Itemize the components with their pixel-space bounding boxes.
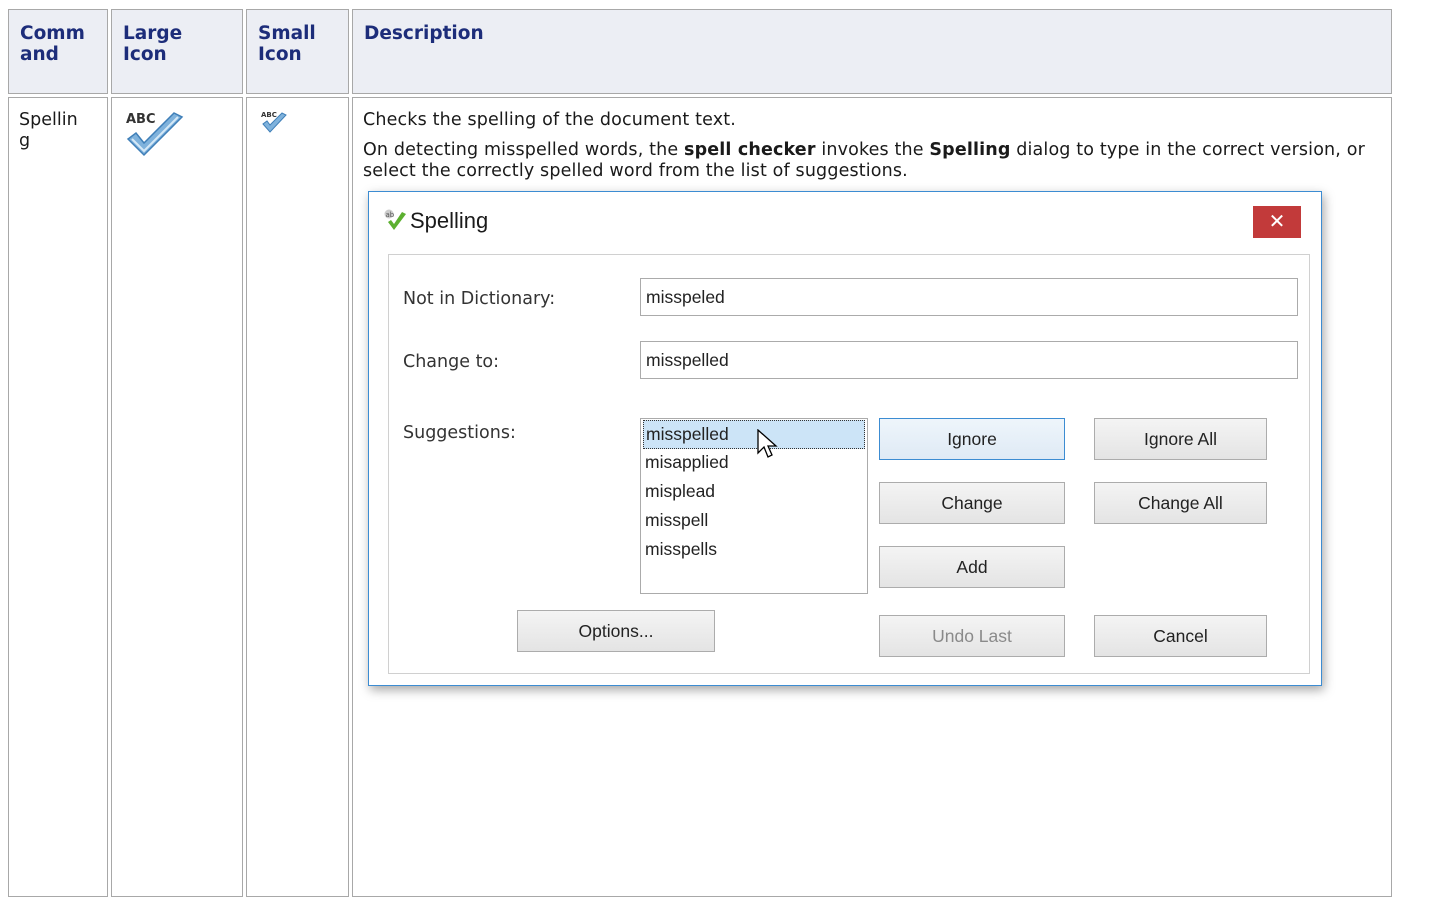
dialog-body: Not in Dictionary: misspeled Change to: … bbox=[388, 254, 1310, 674]
suggestions-list[interactable]: misspelled misapplied misplead misspell … bbox=[640, 418, 868, 594]
ignore-button[interactable]: Ignore bbox=[879, 418, 1065, 460]
not-in-dictionary-label: Not in Dictionary: bbox=[403, 289, 556, 309]
header-description: Description bbox=[352, 9, 1392, 94]
list-item[interactable]: misplead bbox=[641, 478, 867, 507]
command-table: Comm and Large Icon Small Icon Descripti… bbox=[5, 6, 1395, 900]
description-line-1: Checks the spelling of the document text… bbox=[363, 110, 736, 130]
cancel-button[interactable]: Cancel bbox=[1094, 615, 1267, 657]
header-large-icon: Large Icon bbox=[111, 9, 243, 94]
command-name: Spelling bbox=[19, 110, 78, 151]
not-in-dictionary-field[interactable]: misspeled bbox=[640, 278, 1298, 316]
description-line-2: On detecting misspelled words, the spell… bbox=[363, 140, 1365, 181]
spelling-dialog: ab Spelling ✕ Not in Dictionary: misspel… bbox=[368, 191, 1322, 686]
undo-last-button[interactable]: Undo Last bbox=[879, 615, 1065, 657]
header-row: Comm and Large Icon Small Icon Descripti… bbox=[8, 9, 1392, 94]
mouse-pointer-icon bbox=[757, 429, 778, 458]
small-icon-text: ABC bbox=[261, 111, 277, 119]
spelling-dialog-icon: ab bbox=[384, 209, 406, 230]
change-to-label: Change to: bbox=[403, 352, 500, 372]
list-item[interactable]: misspelled bbox=[643, 420, 865, 449]
change-to-field[interactable]: misspelled bbox=[640, 341, 1298, 379]
ignore-all-button[interactable]: Ignore All bbox=[1094, 418, 1267, 460]
suggestions-label: Suggestions: bbox=[403, 423, 516, 443]
list-item[interactable]: misspell bbox=[641, 507, 867, 536]
header-command: Comm and bbox=[8, 9, 108, 94]
header-small-icon: Small Icon bbox=[246, 9, 349, 94]
spelling-term: Spelling bbox=[929, 140, 1011, 160]
spell-check-small-icon: ABC bbox=[261, 111, 287, 133]
table-row: Spelling ABC ABC Checks the spelling of … bbox=[8, 97, 1392, 897]
cell-description: Checks the spelling of the document text… bbox=[352, 97, 1392, 897]
add-button[interactable]: Add bbox=[879, 546, 1065, 588]
svg-text:ab: ab bbox=[386, 211, 395, 219]
large-icon-text: ABC bbox=[126, 112, 156, 127]
cell-command: Spelling bbox=[8, 97, 108, 897]
options-button[interactable]: Options... bbox=[517, 610, 715, 652]
close-button[interactable]: ✕ bbox=[1253, 206, 1301, 238]
spell-check-large-icon: ABC bbox=[126, 112, 184, 157]
list-item[interactable]: misspells bbox=[641, 536, 867, 565]
spelling-dialog-screenshot: ab Spelling ✕ Not in Dictionary: misspel… bbox=[361, 184, 1346, 712]
change-all-button[interactable]: Change All bbox=[1094, 482, 1267, 524]
spell-checker-term: spell checker bbox=[684, 140, 816, 160]
list-item[interactable]: misapplied bbox=[641, 449, 867, 478]
cell-small-icon: ABC bbox=[246, 97, 349, 897]
dialog-title: Spelling bbox=[410, 208, 489, 233]
cell-large-icon: ABC bbox=[111, 97, 243, 897]
change-button[interactable]: Change bbox=[879, 482, 1065, 524]
